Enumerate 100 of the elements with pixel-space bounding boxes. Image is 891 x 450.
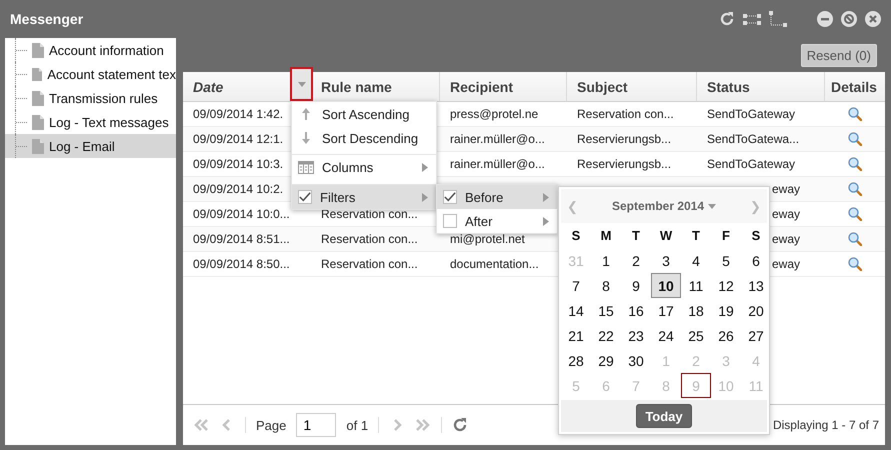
table-cell: 09/09/2014 10:3. (193, 157, 284, 171)
calendar-day[interactable]: 4 (681, 248, 711, 273)
calendar-day[interactable]: 12 (711, 273, 741, 298)
calendar-day[interactable]: 16 (621, 298, 651, 323)
table-cell: eway (772, 207, 800, 221)
tree-item[interactable]: Transmission rules (5, 86, 176, 110)
checkbox[interactable] (443, 190, 457, 204)
calendar-day[interactable]: 11 (681, 273, 711, 298)
search-icon[interactable] (848, 157, 862, 171)
column-header[interactable]: Date (183, 72, 311, 101)
menu-item[interactable]: Sort Descending (292, 126, 436, 150)
weekday-label: M (600, 227, 612, 245)
tree-expand-icon[interactable] (743, 12, 761, 26)
checkbox[interactable] (443, 214, 457, 228)
calendar-day[interactable]: 9 (621, 273, 651, 298)
search-icon[interactable] (848, 207, 862, 221)
column-header[interactable]: Details (825, 72, 885, 101)
table-cell: Reservation con... (321, 257, 418, 271)
calendar-day[interactable]: 30 (621, 348, 651, 373)
calendar-day[interactable]: 1 (591, 248, 621, 273)
calendar-day[interactable]: 13 (741, 273, 771, 298)
page-label: Page (256, 418, 286, 432)
weekday-label: T (631, 227, 641, 245)
calendar-day[interactable]: 23 (621, 323, 651, 348)
document-icon (32, 114, 44, 130)
table-cell: eway (772, 182, 800, 196)
tree-item[interactable]: Account statement tex (5, 62, 176, 86)
paging-info: Displaying 1 - 7 of 7 (772, 418, 879, 432)
refresh-icon[interactable] (452, 417, 468, 433)
weekday-label: S (570, 227, 582, 245)
menu-item[interactable]: Columns (292, 154, 436, 180)
calendar-day[interactable]: 18 (681, 298, 711, 323)
checkbox[interactable] (298, 190, 312, 204)
column-header[interactable]: Subject (567, 72, 697, 101)
calendar-day[interactable]: 28 (561, 348, 591, 373)
caret-icon (298, 82, 306, 86)
table-cell: eway (772, 257, 800, 271)
table-cell: Reservierungsb... (577, 132, 672, 146)
table-cell: Reservierungsb... (577, 157, 672, 171)
tree-item[interactable]: Account information (5, 38, 176, 62)
submenu-arrow-icon (543, 192, 549, 202)
restore-icon[interactable] (841, 10, 857, 26)
calendar-day[interactable]: 2 (621, 248, 651, 273)
table-cell: press@protel.ne (450, 107, 538, 121)
calendar-day[interactable]: 24 (651, 323, 681, 348)
menu-item[interactable]: Filters (292, 184, 436, 209)
table-cell: Reservation con... (321, 207, 418, 221)
document-icon (32, 90, 44, 106)
search-icon[interactable] (848, 257, 862, 271)
menu-item[interactable]: After (437, 209, 557, 233)
calendar-day[interactable]: 22 (591, 323, 621, 348)
weekday-label: T (691, 227, 701, 245)
tree-item[interactable]: Log - Email (5, 134, 176, 158)
resend-button[interactable]: Resend (0) (800, 44, 877, 66)
calendar-day[interactable]: 14 (561, 298, 591, 323)
calendar-day[interactable]: 19 (711, 298, 741, 323)
column-header[interactable]: Status (697, 72, 825, 101)
search-icon[interactable] (848, 232, 862, 246)
menu-item[interactable]: Before (437, 185, 557, 209)
search-icon[interactable] (848, 182, 862, 196)
calendar-day[interactable]: 29 (591, 348, 621, 373)
search-icon[interactable] (848, 132, 862, 146)
calendar-day[interactable]: 21 (561, 323, 591, 348)
calendar-day[interactable]: 15 (591, 298, 621, 323)
table-cell: 09/09/2014 8:50... (193, 257, 290, 271)
calendar-day[interactable]: 26 (711, 323, 741, 348)
column-header[interactable]: Recipient (440, 72, 567, 101)
close-icon[interactable] (865, 10, 881, 26)
table-cell: 09/09/2014 8:51... (193, 232, 290, 246)
calendar-day[interactable]: 27 (741, 323, 771, 348)
submenu-arrow-icon (543, 216, 549, 226)
document-icon (32, 138, 44, 154)
calendar-day[interactable]: 5 (711, 248, 741, 273)
table-cell: rainer.müller@o... (450, 132, 545, 146)
month-selector[interactable]: September 2014 (612, 199, 716, 213)
calendar-day[interactable]: 20 (741, 298, 771, 323)
table-cell: 09/09/2014 10:2. (193, 182, 284, 196)
table-cell: 09/09/2014 12:1. (193, 132, 284, 146)
calendar-day[interactable]: 17 (651, 298, 681, 323)
menu-item[interactable]: Sort Ascending (292, 102, 436, 126)
minimize-icon[interactable] (817, 10, 833, 26)
weekday-label: S (750, 227, 762, 245)
weekday-label: W (658, 227, 674, 245)
page-count: of 1 (346, 418, 368, 432)
calendar-day[interactable]: 7 (561, 273, 591, 298)
tree-item[interactable]: Log - Text messages (5, 110, 176, 134)
calendar-day[interactable]: 25 (681, 323, 711, 348)
calendar-day[interactable]: 10 (651, 273, 681, 298)
calendar-day[interactable]: 6 (741, 248, 771, 273)
page-number-field[interactable]: 1 (296, 413, 336, 437)
search-icon[interactable] (848, 107, 862, 121)
table-cell: Reservation con... (321, 232, 418, 246)
today-button[interactable]: Today (636, 404, 692, 428)
table-cell: Reservation con... (577, 107, 674, 121)
calendar-day[interactable]: 8 (591, 273, 621, 298)
column-menu-trigger[interactable] (290, 67, 313, 101)
calendar-day[interactable]: 3 (651, 248, 681, 273)
tree-collapse-icon[interactable] (769, 10, 787, 26)
refresh-icon[interactable] (719, 10, 735, 26)
columns-icon (298, 161, 314, 174)
